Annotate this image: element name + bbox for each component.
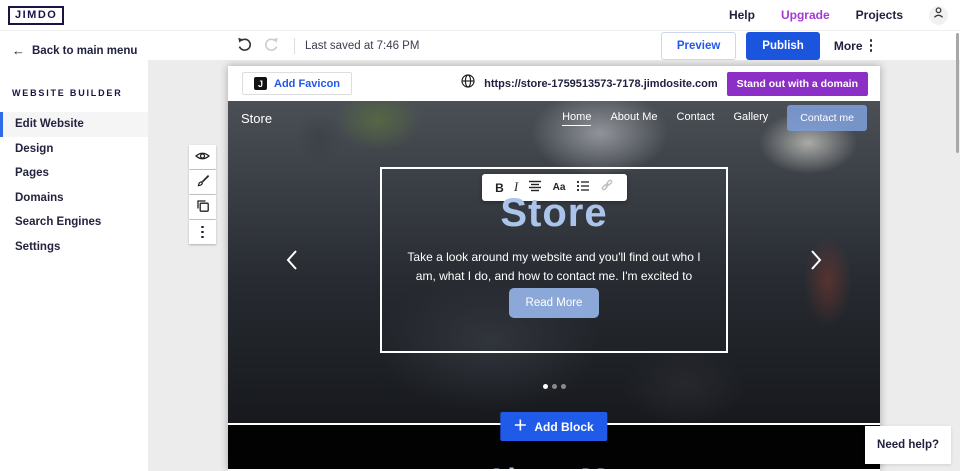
contact-me-button[interactable]: Contact me [787, 105, 867, 131]
back-label: Back to main menu [32, 45, 137, 57]
favicon-placeholder-icon: J [254, 77, 267, 90]
person-icon [932, 6, 945, 24]
hero-title[interactable]: Store [382, 191, 726, 236]
read-more-button[interactable]: Read More [509, 288, 600, 318]
site-url-group: https://store-1759513573-7178.jimdosite.… [461, 72, 868, 96]
carousel-next-button[interactable] [810, 249, 822, 274]
sidebar-item-design[interactable]: Design [0, 137, 148, 162]
carousel-dot-3[interactable] [561, 384, 566, 389]
back-arrow-icon: ← [12, 43, 25, 58]
toolbar-actions: Preview Publish More [661, 32, 872, 60]
next-section-title: About Me [228, 463, 880, 469]
user-avatar[interactable] [929, 6, 948, 25]
sidebar-item-domains[interactable]: Domains [0, 186, 148, 211]
carousel-dot-1[interactable] [543, 384, 548, 389]
site-header: Store Home About Me Contact Gallery Cont… [228, 101, 880, 135]
undo-icon [236, 37, 252, 55]
redo-icon [264, 37, 280, 55]
back-to-main-menu[interactable]: ← Back to main menu [0, 31, 148, 58]
more-button[interactable]: More [834, 39, 872, 53]
plus-icon [514, 419, 526, 434]
scrollbar-thumb[interactable] [956, 33, 959, 153]
add-favicon-label: Add Favicon [274, 78, 340, 90]
sidebar-item-settings[interactable]: Settings [0, 235, 148, 260]
sidebar-item-pages[interactable]: Pages [0, 161, 148, 186]
read-more-wrap: Read More [382, 288, 726, 318]
hide-block-button[interactable] [189, 145, 216, 169]
last-saved-status: Last saved at 7:46 PM [305, 40, 419, 52]
duplicate-block-button[interactable] [189, 195, 216, 219]
site-preview-canvas: J Add Favicon https://store-1759513573-7… [228, 66, 880, 471]
block-more-button[interactable] [189, 220, 216, 244]
sidebar-item-edit-website[interactable]: Edit Website [0, 112, 148, 137]
kebab-menu-icon [201, 226, 204, 239]
add-block-button[interactable]: Add Block [500, 412, 607, 441]
projects-link[interactable]: Projects [856, 8, 903, 22]
need-help-button[interactable]: Need help? [865, 426, 951, 464]
paintbrush-icon [196, 174, 210, 191]
block-tools [189, 145, 216, 244]
add-block-label: Add Block [534, 420, 593, 434]
nav-about-me[interactable]: About Me [610, 111, 657, 125]
carousel-prev-button[interactable] [286, 249, 298, 274]
sidebar-items: Edit Website Design Pages Domains Search… [0, 112, 148, 259]
add-favicon-button[interactable]: J Add Favicon [242, 72, 352, 95]
help-link[interactable]: Help [729, 8, 755, 22]
carousel-dot-2[interactable] [552, 384, 557, 389]
nav-contact[interactable]: Contact [677, 111, 715, 125]
builder-sidebar: ← Back to main menu WEBSITE BUILDER Edit… [0, 31, 148, 471]
redo-button[interactable] [262, 35, 282, 57]
undo-button[interactable] [234, 35, 254, 57]
site-url[interactable]: https://store-1759513573-7178.jimdosite.… [484, 78, 718, 90]
sidebar-item-search-engines[interactable]: Search Engines [0, 210, 148, 235]
sidebar-section-title: WEBSITE BUILDER [0, 58, 148, 98]
jimdo-logo[interactable]: JIMDO [8, 6, 64, 25]
upgrade-link[interactable]: Upgrade [781, 8, 830, 22]
toolbar-divider [294, 38, 295, 54]
hero-section[interactable]: Store Home About Me Contact Gallery Cont… [228, 101, 880, 425]
more-label: More [834, 39, 863, 53]
preview-button[interactable]: Preview [661, 32, 736, 60]
eye-icon [195, 150, 210, 165]
site-logo[interactable]: Store [241, 111, 272, 126]
selected-text-block[interactable]: B I Aa Store Take a look around my websi… [380, 167, 728, 353]
copy-icon [196, 199, 210, 216]
kebab-menu-icon [870, 39, 873, 52]
nav-gallery[interactable]: Gallery [733, 111, 768, 125]
stand-out-domain-button[interactable]: Stand out with a domain [727, 72, 868, 96]
editor-toolbar: Last saved at 7:46 PM Preview Publish Mo… [148, 31, 960, 60]
publish-button[interactable]: Publish [746, 32, 820, 60]
chevron-left-icon [286, 259, 298, 274]
nav-home[interactable]: Home [562, 111, 591, 126]
app-top-bar: JIMDO Help Upgrade Projects [0, 0, 960, 31]
globe-icon [461, 74, 475, 93]
style-block-button[interactable] [189, 170, 216, 194]
top-navigation: Help Upgrade Projects [729, 6, 948, 25]
chevron-right-icon [810, 259, 822, 274]
site-navigation: Home About Me Contact Gallery [562, 111, 768, 126]
favicon-url-bar: J Add Favicon https://store-1759513573-7… [228, 66, 880, 101]
carousel-dots [228, 384, 880, 389]
